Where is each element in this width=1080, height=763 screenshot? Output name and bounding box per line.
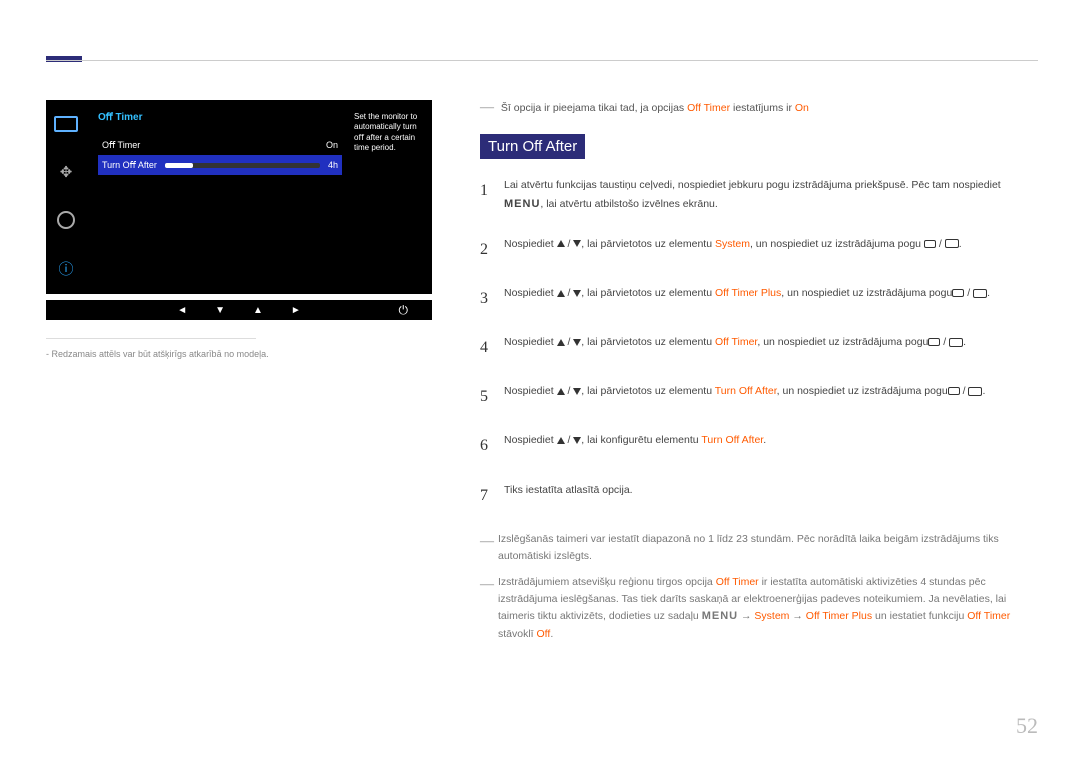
- button-rect-icon: [928, 338, 940, 346]
- nav-down-icon: ▼: [215, 305, 225, 316]
- up-arrow-icon: [557, 388, 565, 395]
- footnote-2: ― Izstrādājumiem atsevišķu reģionu tirgo…: [480, 574, 1038, 642]
- top-note: ― Šī opcija ir pieejama tikai tad, ja op…: [480, 100, 1038, 116]
- step-6: 6 Nospiediet / , lai konfigurētu element…: [480, 432, 1038, 459]
- left-column: ✥ ⓘ Oﬀ Timer Oﬀ Timer On Turn Oﬀ After 4…: [46, 100, 432, 359]
- osd-row-label: Turn Oﬀ After: [102, 160, 157, 171]
- osd-slider: [165, 163, 320, 168]
- header-accent: [46, 56, 82, 62]
- enter-icon: [973, 289, 987, 298]
- header-rule: [46, 60, 1038, 61]
- nav-right-icon: ►: [291, 305, 301, 316]
- step-7: 7 Tiks iestatīta atlasītā opcija.: [480, 482, 1038, 509]
- up-arrow-icon: [557, 240, 565, 247]
- menu-label: MENU: [504, 198, 540, 210]
- osd-sidebar: ✥ ⓘ: [46, 100, 86, 294]
- enter-icon: [968, 387, 982, 396]
- move-icon: ✥: [46, 148, 86, 196]
- step-3: 3 Nospiediet / , lai pārvietotos uz elem…: [480, 285, 1038, 312]
- section-title: Turn Off After: [480, 134, 585, 159]
- osd-title: Oﬀ Timer: [98, 112, 342, 123]
- button-rect-icon: [952, 289, 964, 297]
- nav-left-icon: ◄: [177, 305, 187, 316]
- separator: [46, 338, 256, 339]
- footnote-1: ― Izslēgšanās taimeri var iestatīt diapa…: [480, 531, 1038, 565]
- display-icon: [46, 100, 86, 148]
- monitor-screenshot: ✥ ⓘ Oﬀ Timer Oﬀ Timer On Turn Oﬀ After 4…: [46, 100, 432, 294]
- osd-panel: Oﬀ Timer Oﬀ Timer On Turn Oﬀ After 4h: [98, 112, 342, 175]
- image-caption: Redzamais attēls var būt atšķirīgs atkar…: [46, 349, 432, 359]
- enter-icon: [945, 239, 959, 248]
- steps-list: 1 Lai atvērtu funkcijas taustiņu ceļvedi…: [480, 177, 1038, 509]
- button-rect-icon: [924, 240, 936, 248]
- page-number: 52: [1016, 713, 1038, 739]
- step-2: 2 Nospiediet / , lai pārvietotos uz elem…: [480, 236, 1038, 263]
- button-rect-icon: [948, 387, 960, 395]
- step-1: 1 Lai atvērtu funkcijas taustiņu ceļvedi…: [480, 177, 1038, 214]
- right-column: ― Šī opcija ir pieejama tikai tad, ja op…: [480, 100, 1038, 642]
- osd-row-value: On: [326, 140, 338, 150]
- enter-icon: [949, 338, 963, 347]
- info-icon: ⓘ: [46, 244, 86, 292]
- step-4: 4 Nospiediet / , lai pārvietotos uz elem…: [480, 334, 1038, 361]
- osd-help-text: Set the monitor to automatically turn oﬀ…: [354, 112, 426, 154]
- osd-row-turn-off-after: Turn Oﬀ After 4h: [98, 155, 342, 175]
- up-arrow-icon: [557, 290, 565, 297]
- up-arrow-icon: [557, 437, 565, 444]
- nav-up-icon: ▲: [253, 305, 263, 316]
- page: ✥ ⓘ Oﬀ Timer Oﬀ Timer On Turn Oﬀ After 4…: [0, 0, 1080, 763]
- step-5: 5 Nospiediet / , lai pārvietotos uz elem…: [480, 383, 1038, 410]
- osd-nav-bar: ◄ ▼ ▲ ► ⏻: [46, 298, 432, 320]
- power-icon: ⏻: [399, 303, 409, 318]
- osd-row-label: Oﬀ Timer: [102, 140, 140, 151]
- osd-row-value: 4h: [328, 160, 338, 170]
- up-arrow-icon: [557, 339, 565, 346]
- gear-icon: [46, 196, 86, 244]
- osd-row-off-timer: Oﬀ Timer On: [98, 135, 342, 155]
